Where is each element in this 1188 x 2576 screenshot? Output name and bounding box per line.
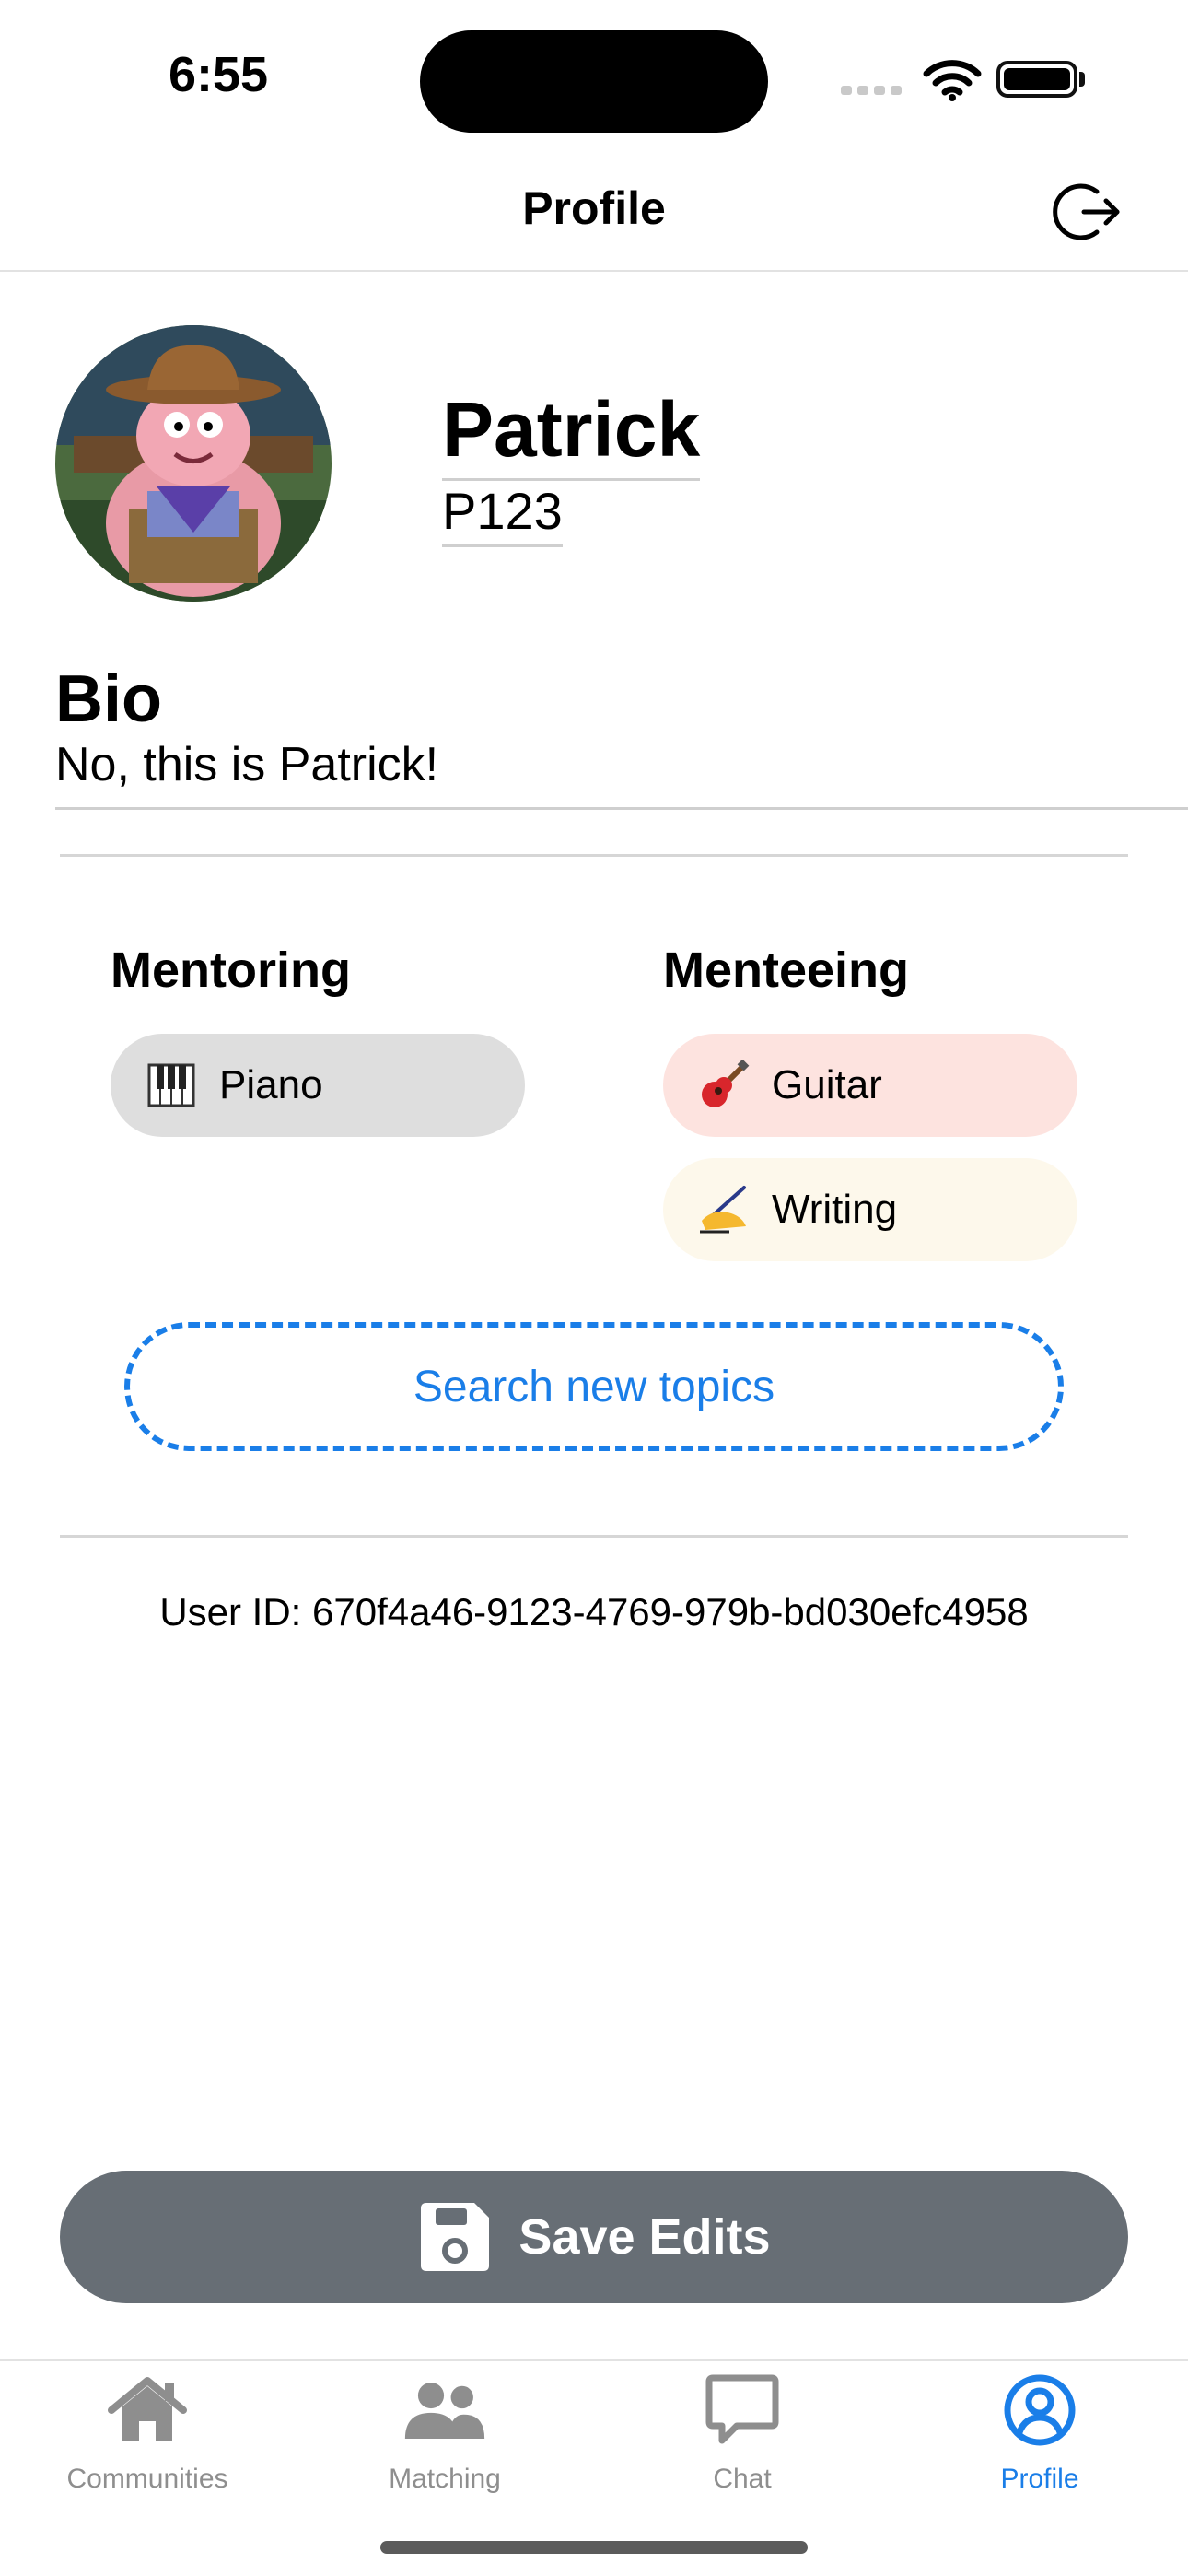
tab-label: Communities [66, 2464, 228, 2494]
profile-name[interactable]: Patrick [442, 385, 701, 481]
cellular-signal-icon [841, 86, 905, 95]
tab-label: Matching [389, 2464, 501, 2494]
wifi-icon [923, 60, 982, 101]
topic-label: Writing [772, 1187, 898, 1232]
topic-pill-piano[interactable]: Piano [111, 1034, 525, 1137]
battery-icon [996, 61, 1077, 98]
save-icon [421, 2203, 490, 2271]
tab-profile[interactable]: Profile [892, 2373, 1187, 2495]
people-icon [403, 2373, 486, 2447]
tab-label: Profile [1000, 2464, 1079, 2494]
piano-keys-icon [146, 1060, 197, 1111]
search-topics-button[interactable]: Search new topics [124, 1322, 1064, 1451]
save-edits-label: Save Edits [518, 2209, 771, 2265]
tab-label: Chat [713, 2464, 772, 2494]
avatar[interactable] [55, 325, 332, 602]
person-circle-icon [998, 2373, 1081, 2447]
house-icon [106, 2373, 189, 2447]
user-id-text: User ID: 670f4a46-9123-4769-979b-bd030ef… [159, 1590, 1029, 1633]
home-indicator [380, 2541, 808, 2554]
bio-heading: Bio [55, 662, 162, 736]
tab-chat[interactable]: Chat [595, 2373, 890, 2495]
topic-pill-guitar[interactable]: Guitar [663, 1034, 1077, 1137]
tab-matching[interactable]: Matching [297, 2373, 592, 2495]
logout-icon[interactable] [1053, 175, 1126, 249]
guitar-icon [698, 1060, 750, 1111]
nav-divider [0, 270, 1188, 272]
page-title: Profile [522, 182, 666, 234]
topic-pill-writing[interactable]: Writing [663, 1158, 1077, 1261]
section-divider [60, 1535, 1128, 1538]
chat-bubble-icon [701, 2373, 784, 2447]
writing-hand-icon [698, 1184, 750, 1235]
tab-bar-divider [0, 2359, 1188, 2361]
section-divider [60, 854, 1128, 857]
profile-handle[interactable]: P123 [442, 481, 563, 547]
save-edits-button[interactable]: Save Edits [60, 2171, 1128, 2303]
tab-communities[interactable]: Communities [0, 2373, 295, 2495]
status-time: 6:55 [169, 47, 269, 102]
mentoring-heading: Mentoring [111, 943, 351, 998]
topic-label: Piano [219, 1062, 323, 1107]
dynamic-island [420, 30, 768, 133]
topic-label: Guitar [772, 1062, 882, 1107]
menteeing-heading: Menteeing [663, 943, 910, 998]
bio-field[interactable]: No, this is Patrick! [55, 737, 1188, 810]
